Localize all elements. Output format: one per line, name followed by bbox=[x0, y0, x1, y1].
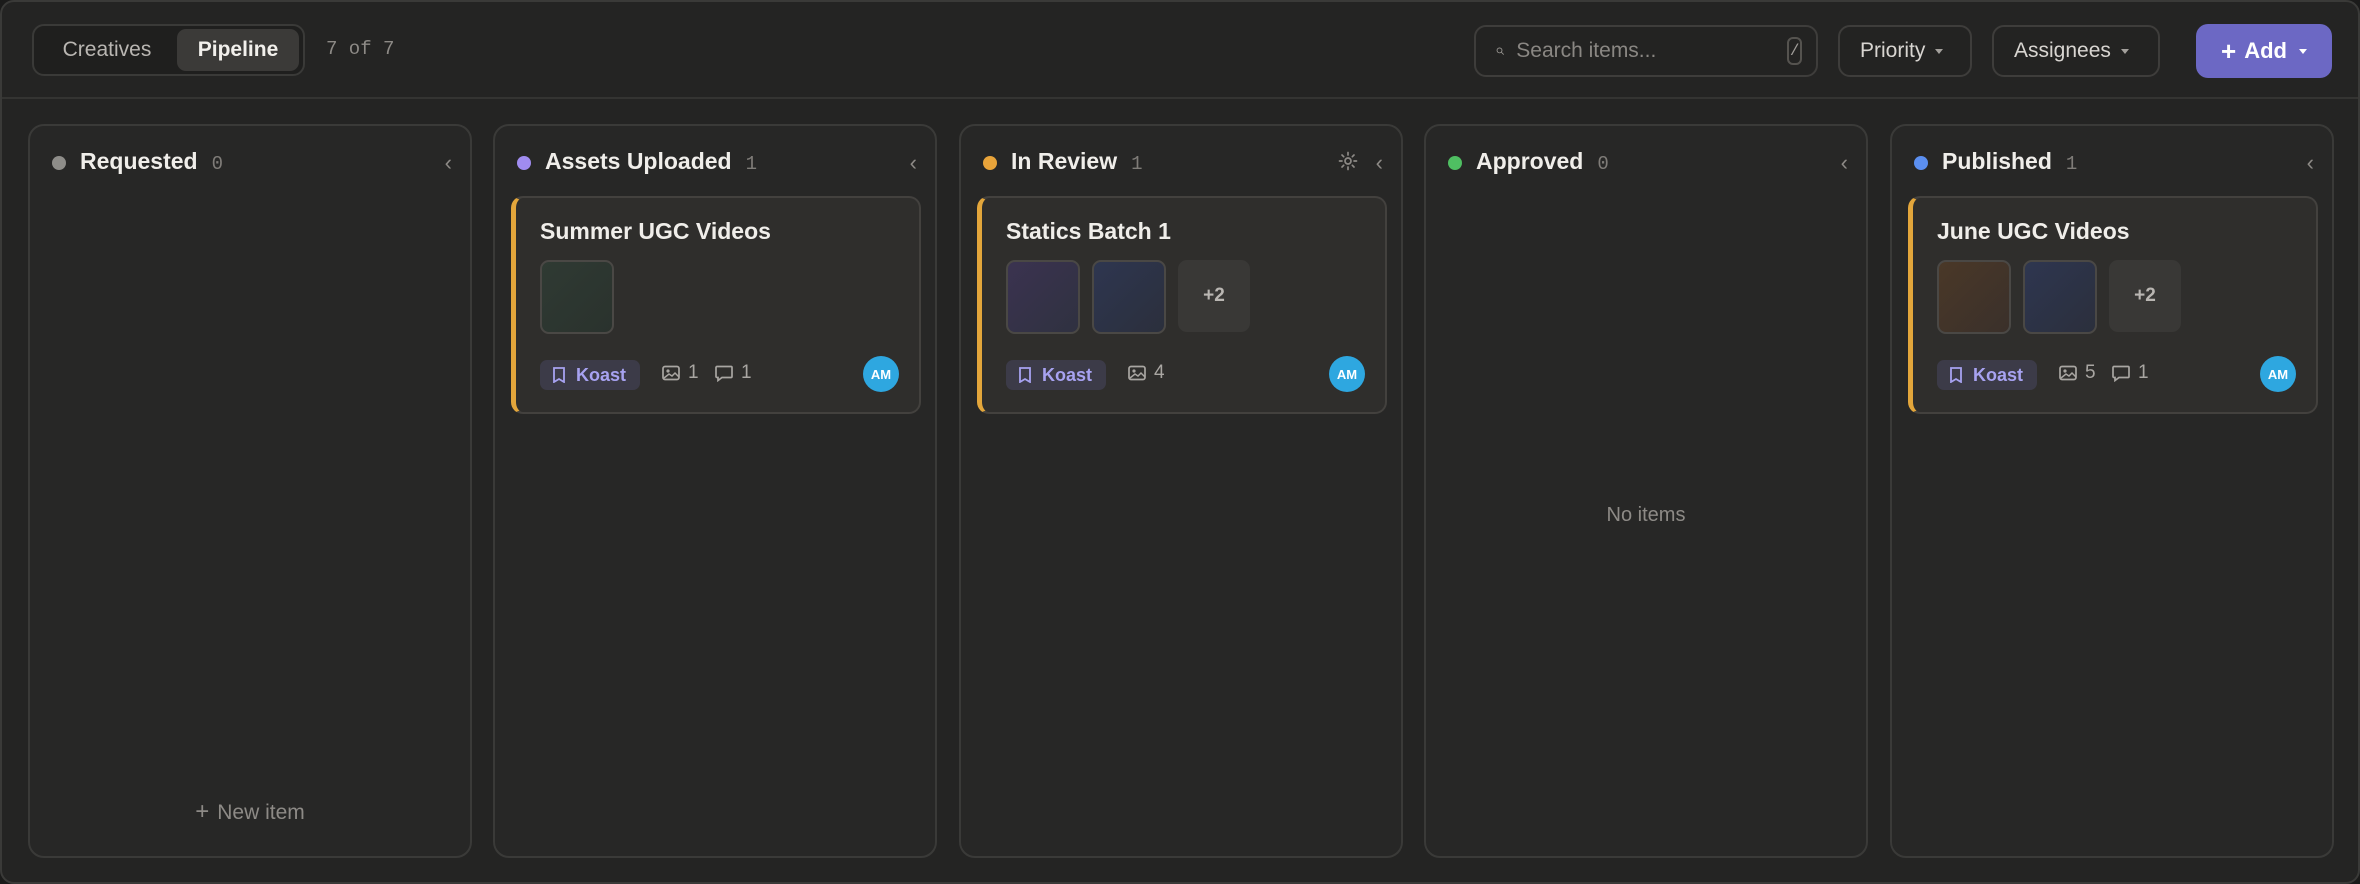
bookmark-icon bbox=[553, 367, 565, 383]
asset-thumbnail[interactable] bbox=[1006, 260, 1080, 334]
column-requested: Requested 0 ‹ + New item bbox=[28, 124, 472, 858]
column-header: Requested 0 ‹ bbox=[30, 126, 470, 198]
comment-count-value: 1 bbox=[2138, 362, 2149, 383]
view-switcher: Creatives Pipeline bbox=[32, 24, 305, 76]
app-window: Creatives Pipeline 7 of 7 / Priority Ass… bbox=[0, 0, 2360, 884]
column-title: In Review 1 bbox=[1011, 148, 1143, 175]
column-header: Assets Uploaded 1 ‹ bbox=[495, 126, 935, 198]
comment-icon bbox=[715, 365, 733, 382]
chevron-down-icon bbox=[1935, 48, 1944, 54]
brand-tag-label: Koast bbox=[1973, 364, 2024, 385]
more-assets-badge[interactable]: +2 bbox=[2109, 260, 2181, 332]
toolbar: Creatives Pipeline 7 of 7 / Priority Ass… bbox=[2, 2, 2358, 99]
card-title: June UGC Videos bbox=[1937, 218, 2130, 244]
status-dot bbox=[1914, 156, 1928, 170]
asset-thumbnail[interactable] bbox=[1937, 260, 2011, 334]
comment-count: 1 bbox=[715, 362, 752, 384]
more-assets-badge[interactable]: +2 bbox=[1178, 260, 1250, 332]
card-title: Statics Batch 1 bbox=[1006, 218, 1171, 244]
new-item-label: New item bbox=[217, 801, 305, 824]
image-count-value: 1 bbox=[688, 362, 699, 383]
card-title: Summer UGC Videos bbox=[540, 218, 771, 244]
status-dot bbox=[517, 156, 531, 170]
column-header: In Review 1 ‹ bbox=[961, 126, 1401, 198]
column-title: Assets Uploaded 1 bbox=[545, 148, 758, 175]
assignees-filter-label: Assignees bbox=[2014, 39, 2111, 62]
chevron-left-icon[interactable]: ‹ bbox=[910, 150, 917, 176]
comment-icon bbox=[2112, 365, 2130, 382]
plus-icon: + bbox=[2221, 35, 2237, 66]
assignees-filter[interactable]: Assignees bbox=[1992, 25, 2160, 77]
asset-thumbnail[interactable] bbox=[540, 260, 614, 334]
chevron-left-icon[interactable]: ‹ bbox=[1376, 150, 1383, 176]
tab-pipeline[interactable]: Pipeline bbox=[177, 29, 299, 71]
column-assets-uploaded: Assets Uploaded 1 ‹ Summer UGC Videos Koa… bbox=[493, 124, 937, 858]
image-count: 1 bbox=[662, 362, 699, 384]
search-box[interactable]: / bbox=[1474, 25, 1818, 77]
avatar[interactable]: AM bbox=[2260, 356, 2296, 392]
add-button[interactable]: + Add bbox=[2196, 24, 2332, 78]
bookmark-icon bbox=[1950, 367, 1962, 383]
search-icon bbox=[1496, 47, 1504, 55]
column-published: Published 1 ‹ June UGC Videos +2 Koast 5 … bbox=[1890, 124, 2334, 858]
column-header: Approved 0 ‹ bbox=[1426, 126, 1866, 198]
chevron-down-icon bbox=[2120, 48, 2129, 54]
image-icon bbox=[1128, 365, 1146, 381]
chevron-left-icon[interactable]: ‹ bbox=[1841, 150, 1848, 176]
column-approved: Approved 0 ‹ No items bbox=[1424, 124, 1868, 858]
search-shortcut: / bbox=[1787, 37, 1802, 65]
brand-tag[interactable]: Koast bbox=[540, 360, 641, 390]
comment-count-value: 1 bbox=[741, 362, 752, 383]
new-item-button[interactable]: + New item bbox=[30, 798, 470, 826]
tab-creatives[interactable]: Creatives bbox=[37, 29, 177, 71]
chevron-down-icon bbox=[2298, 48, 2307, 54]
comment-count: 1 bbox=[2112, 362, 2149, 384]
item-count: 7 of 7 bbox=[326, 38, 395, 60]
column-title: Approved 0 bbox=[1476, 148, 1609, 175]
column-title: Requested 0 bbox=[80, 148, 223, 175]
status-dot bbox=[52, 156, 66, 170]
priority-filter[interactable]: Priority bbox=[1838, 25, 1972, 77]
status-dot bbox=[983, 156, 997, 170]
pipeline-card[interactable]: June UGC Videos +2 Koast 5 1 AM bbox=[1908, 196, 2318, 414]
brand-tag-label: Koast bbox=[1042, 364, 1093, 385]
chevron-left-icon[interactable]: ‹ bbox=[445, 150, 452, 176]
column-count: 1 bbox=[745, 153, 758, 175]
brand-tag[interactable]: Koast bbox=[1937, 360, 2038, 390]
brand-tag[interactable]: Koast bbox=[1006, 360, 1107, 390]
priority-filter-label: Priority bbox=[1860, 39, 1926, 62]
empty-state: No items bbox=[1606, 504, 1686, 526]
column-header: Published 1 ‹ bbox=[1892, 126, 2332, 198]
image-count: 4 bbox=[1128, 362, 1165, 384]
add-button-label: Add bbox=[2244, 38, 2287, 63]
chevron-left-icon[interactable]: ‹ bbox=[2307, 150, 2314, 176]
plus-icon: + bbox=[195, 798, 210, 825]
image-icon bbox=[2059, 365, 2077, 381]
status-dot bbox=[1448, 156, 1462, 170]
image-icon bbox=[662, 365, 680, 381]
column-count: 1 bbox=[1131, 153, 1143, 175]
image-count-value: 4 bbox=[1154, 362, 1165, 383]
asset-thumbnail[interactable] bbox=[1092, 260, 1166, 334]
image-count-value: 5 bbox=[2085, 362, 2096, 383]
image-count: 5 bbox=[2059, 362, 2096, 384]
avatar[interactable]: AM bbox=[1329, 356, 1365, 392]
column-count: 0 bbox=[1597, 153, 1609, 175]
avatar[interactable]: AM bbox=[863, 356, 899, 392]
brand-tag-label: Koast bbox=[576, 364, 627, 385]
gear-icon[interactable] bbox=[1337, 150, 1359, 172]
search-input[interactable] bbox=[1516, 39, 1788, 63]
pipeline-card[interactable]: Statics Batch 1 +2 Koast 4 AM bbox=[977, 196, 1387, 414]
bookmark-icon bbox=[1019, 367, 1031, 383]
column-in-review: In Review 1 ‹ Statics Batch 1 +2 Koast 4… bbox=[959, 124, 1403, 858]
column-count: 1 bbox=[2065, 153, 2078, 175]
pipeline-card[interactable]: Summer UGC Videos Koast 1 1 AM bbox=[511, 196, 921, 414]
column-title: Published 1 bbox=[1942, 148, 2078, 175]
column-count: 0 bbox=[211, 153, 223, 175]
asset-thumbnail[interactable] bbox=[2023, 260, 2097, 334]
